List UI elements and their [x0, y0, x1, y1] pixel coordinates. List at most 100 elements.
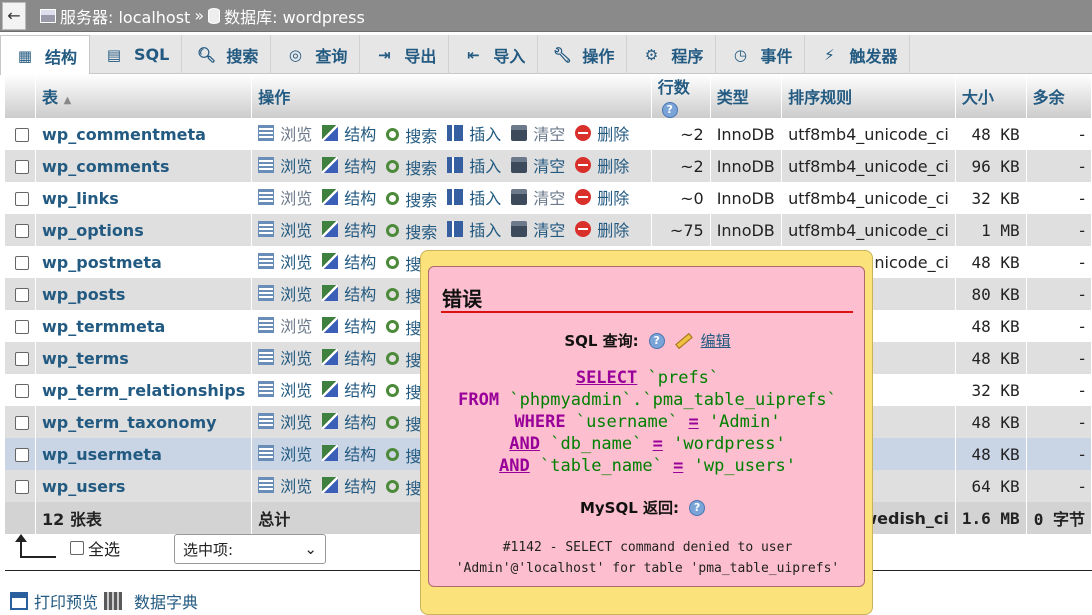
header-collation[interactable]: 排序规则 — [781, 74, 956, 118]
empty-link[interactable]: 清空 — [511, 121, 565, 145]
structure-link[interactable]: 结构 — [322, 121, 376, 145]
browse-link[interactable]: 浏览 — [258, 313, 312, 337]
header-size[interactable]: 大小 — [955, 74, 1027, 118]
table-name-link[interactable]: wp_term_taxonomy — [42, 413, 217, 432]
empty-link[interactable]: 清空 — [511, 217, 565, 241]
tab-operations[interactable]: 🔧︎ 操作 — [538, 35, 628, 74]
browse-link[interactable]: 浏览 — [258, 281, 312, 305]
search-link[interactable]: 搜索 — [386, 155, 437, 179]
row-checkbox[interactable] — [15, 192, 29, 206]
with-selected-dropdown[interactable]: 选中项: ⌄ — [174, 534, 326, 564]
row-checkbox[interactable] — [15, 384, 29, 398]
drop-link[interactable]: 删除 — [575, 217, 629, 241]
row-checkbox[interactable] — [15, 224, 29, 238]
insert-link[interactable]: 插入 — [447, 153, 501, 177]
table-size[interactable]: 1 MB — [955, 214, 1027, 246]
tab-export[interactable]: ⇥ 导出 — [360, 35, 450, 74]
table-size[interactable]: 48 KB — [955, 406, 1027, 438]
row-checkbox[interactable] — [15, 320, 29, 334]
tab-structure[interactable]: ▦ 结构 — [0, 35, 91, 75]
drop-link[interactable]: 删除 — [575, 153, 629, 177]
table-size[interactable]: 48 KB — [955, 310, 1027, 342]
tab-search[interactable]: 🔍︎ 搜索 — [182, 35, 272, 74]
structure-link[interactable]: 结构 — [322, 441, 376, 465]
browse-link[interactable]: 浏览 — [258, 473, 312, 497]
structure-link[interactable]: 结构 — [322, 217, 376, 241]
browse-link[interactable]: 浏览 — [258, 249, 312, 273]
table-size[interactable]: 96 KB — [955, 150, 1027, 182]
help-icon[interactable]: ? — [661, 102, 678, 118]
header-type[interactable]: 类型 — [710, 74, 783, 118]
table-name-link[interactable]: wp_commentmeta — [42, 125, 206, 144]
row-checkbox[interactable] — [15, 128, 29, 142]
insert-link[interactable]: 插入 — [447, 185, 501, 209]
row-checkbox[interactable] — [15, 448, 29, 462]
table-name-link[interactable]: wp_terms — [42, 349, 129, 368]
structure-link[interactable]: 结构 — [322, 281, 376, 305]
tab-sql[interactable]: ▤ SQL — [90, 35, 183, 74]
search-link[interactable]: 搜索 — [386, 219, 437, 243]
help-icon[interactable]: ? — [648, 332, 665, 349]
browse-link[interactable]: 浏览 — [258, 185, 312, 209]
tab-import[interactable]: ⇤ 导入 — [449, 35, 539, 74]
table-size[interactable]: 48 KB — [955, 438, 1027, 470]
table-name-link[interactable]: wp_usermeta — [42, 445, 162, 464]
check-all-label[interactable]: 全选 — [88, 536, 120, 560]
browse-link[interactable]: 浏览 — [258, 409, 312, 433]
header-rows[interactable]: 行数 ? — [651, 74, 711, 118]
table-name-link[interactable]: wp_term_relationships — [42, 381, 245, 400]
structure-link[interactable]: 结构 — [322, 313, 376, 337]
row-checkbox[interactable] — [15, 160, 29, 174]
table-size[interactable]: 80 KB — [955, 278, 1027, 310]
table-size[interactable]: 32 KB — [955, 182, 1027, 214]
sql-keyword[interactable]: AND — [509, 434, 540, 454]
tab-events[interactable]: ◷ 事件 — [716, 35, 806, 74]
back-button[interactable]: ← — [2, 1, 26, 30]
edit-link[interactable]: 编辑 — [701, 330, 731, 351]
sql-keyword[interactable]: SELECT — [576, 368, 637, 388]
empty-link[interactable]: 清空 — [511, 153, 565, 177]
sql-operator[interactable]: = — [673, 456, 683, 476]
header-table[interactable]: 表 ▲ — [35, 74, 253, 118]
breadcrumb-database[interactable]: 数据库: wordpress — [224, 4, 365, 28]
table-name-link[interactable]: wp_posts — [42, 285, 125, 304]
browse-link[interactable]: 浏览 — [258, 217, 312, 241]
breadcrumb-server[interactable]: 服务器: localhost — [60, 4, 190, 28]
tab-query[interactable]: ◎ 查询 — [271, 35, 361, 74]
browse-link[interactable]: 浏览 — [258, 377, 312, 401]
tab-triggers[interactable]: ⚡ 触发器 — [805, 35, 911, 74]
table-name-link[interactable]: wp_termmeta — [42, 317, 165, 336]
table-size[interactable]: 64 KB — [955, 470, 1027, 502]
structure-link[interactable]: 结构 — [322, 153, 376, 177]
data-dictionary-link[interactable]: 数据字典 — [134, 589, 198, 613]
table-size[interactable]: 48 KB — [955, 246, 1027, 278]
row-checkbox[interactable] — [15, 352, 29, 366]
structure-link[interactable]: 结构 — [322, 473, 376, 497]
structure-link[interactable]: 结构 — [322, 249, 376, 273]
structure-link[interactable]: 结构 — [322, 409, 376, 433]
table-name-link[interactable]: wp_comments — [42, 157, 169, 176]
table-size[interactable]: 32 KB — [955, 374, 1027, 406]
drop-link[interactable]: 删除 — [575, 185, 629, 209]
table-name-link[interactable]: wp_links — [42, 189, 119, 208]
structure-link[interactable]: 结构 — [322, 185, 376, 209]
search-link[interactable]: 搜索 — [386, 187, 437, 211]
drop-link[interactable]: 删除 — [575, 121, 629, 145]
print-preview-link[interactable]: 打印预览 — [34, 589, 98, 613]
browse-link[interactable]: 浏览 — [258, 441, 312, 465]
browse-link[interactable]: 浏览 — [258, 345, 312, 369]
table-name-link[interactable]: wp_options — [42, 221, 144, 240]
insert-link[interactable]: 插入 — [447, 217, 501, 241]
row-checkbox[interactable] — [15, 256, 29, 270]
help-icon[interactable]: ? — [689, 499, 706, 516]
check-all-checkbox[interactable] — [70, 541, 84, 555]
sql-keyword[interactable]: AND — [499, 456, 530, 476]
table-name-link[interactable]: wp_users — [42, 477, 125, 496]
structure-link[interactable]: 结构 — [322, 377, 376, 401]
empty-link[interactable]: 清空 — [511, 185, 565, 209]
table-size[interactable]: 48 KB — [955, 118, 1027, 150]
row-checkbox[interactable] — [15, 416, 29, 430]
tab-routines[interactable]: ⚙ 程序 — [627, 35, 717, 74]
sql-operator[interactable]: = — [653, 434, 663, 454]
structure-link[interactable]: 结构 — [322, 345, 376, 369]
